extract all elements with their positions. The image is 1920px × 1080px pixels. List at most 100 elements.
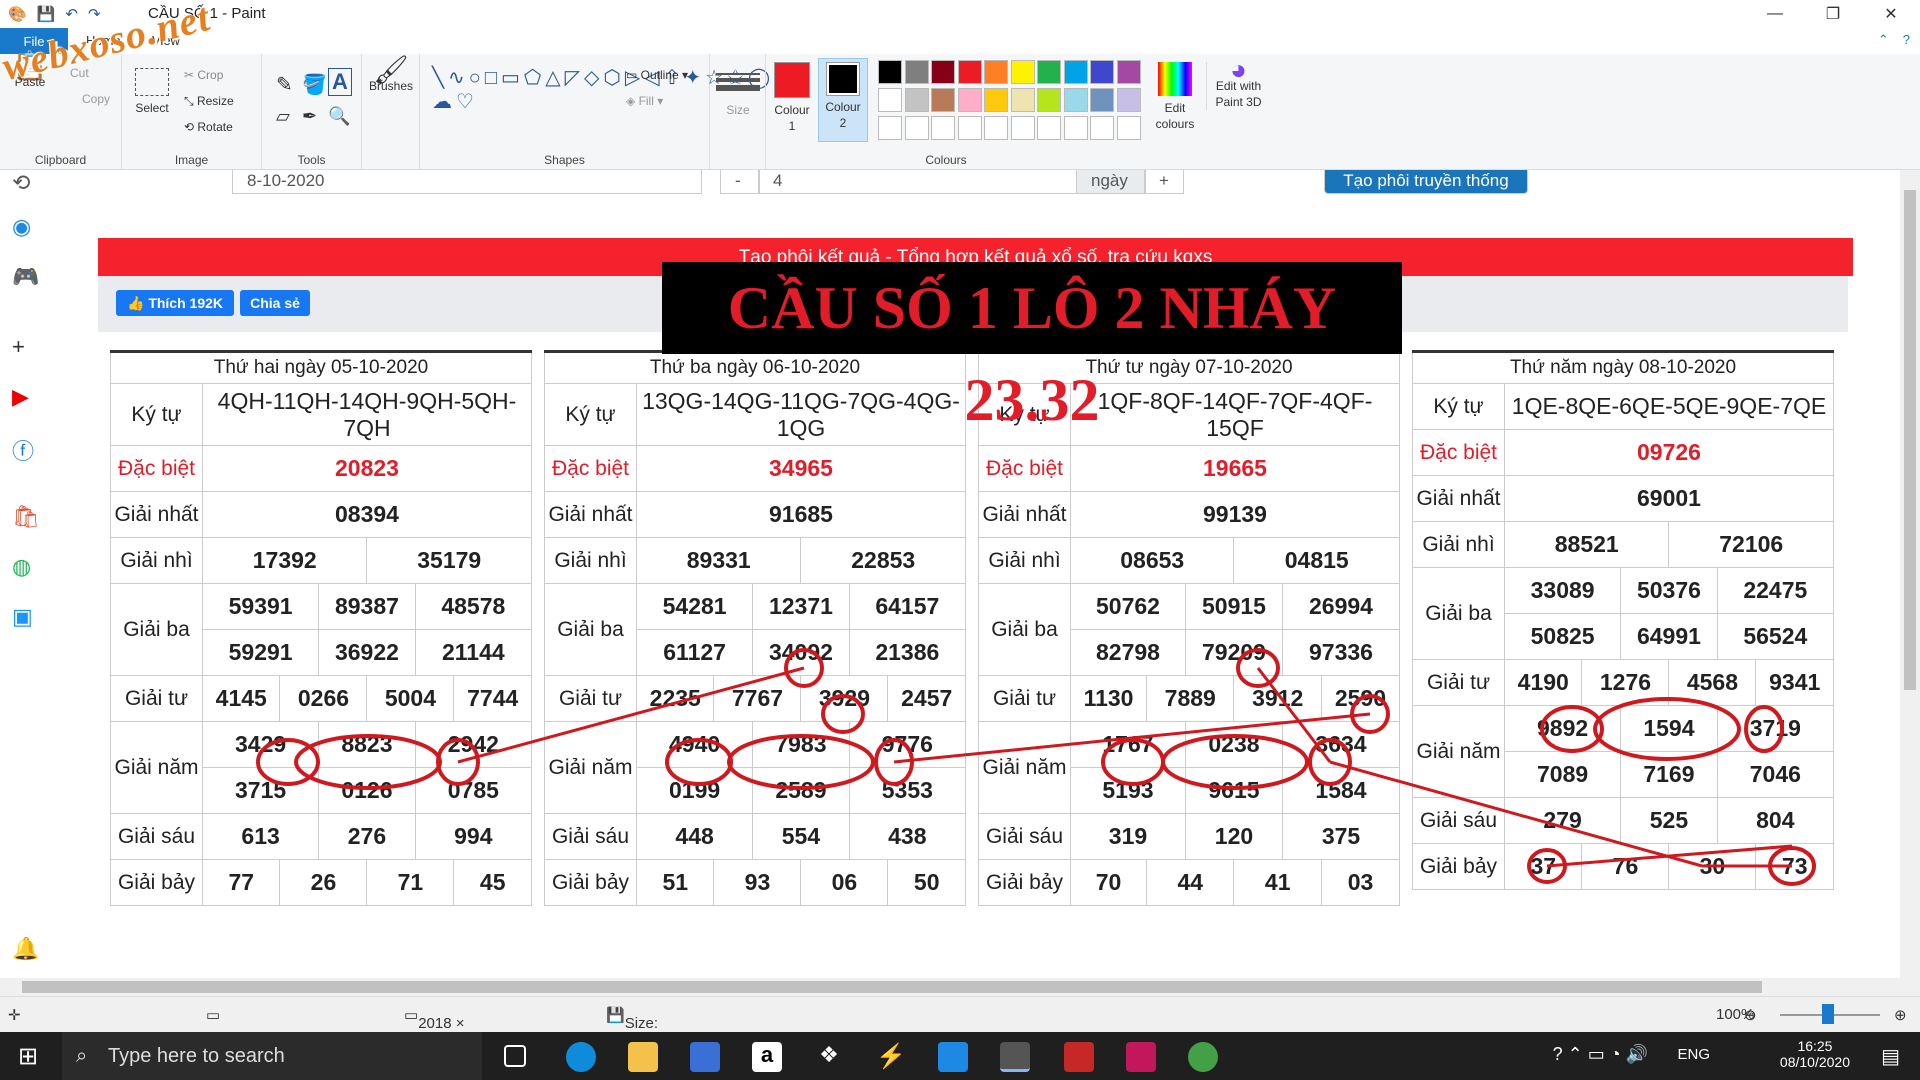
visual-studio-icon[interactable]: ⚡ <box>876 1042 906 1072</box>
help-icon[interactable]: ? <box>1903 32 1910 48</box>
horizontal-scroll-thumb[interactable] <box>22 981 1762 993</box>
task-view-icon[interactable] <box>504 1045 526 1067</box>
palette-swatch[interactable] <box>984 60 1008 84</box>
add-icon[interactable]: + <box>12 334 25 360</box>
palette-swatch-empty[interactable] <box>1010 116 1035 140</box>
minus-button[interactable]: - <box>720 170 760 194</box>
edge-icon[interactable] <box>566 1042 596 1072</box>
edit-colours-button[interactable]: Edit colours <box>1148 62 1202 132</box>
notification-bell-icon[interactable]: 🔔 <box>12 936 39 962</box>
paint-canvas[interactable]: 8-10-2020 - 4 ngày + Tạo phôi truyền thố… <box>52 170 1900 978</box>
palette-swatch[interactable] <box>957 88 982 112</box>
create-form-button[interactable]: Tạo phôi truyền thống <box>1324 170 1528 194</box>
fill-icon[interactable]: 🪣 <box>302 72 327 97</box>
tray-icons[interactable]: ? ⌃ ▭ ◔ 🔊 <box>1553 1044 1648 1065</box>
days-field[interactable]: 4 <box>758 170 1078 194</box>
rotate-button[interactable]: ⟲ Rotate <box>184 120 233 134</box>
palette-swatch[interactable] <box>878 60 902 84</box>
tiki-icon[interactable]: ▣ <box>12 604 33 630</box>
palette-swatch-empty[interactable] <box>904 116 929 140</box>
dropbox-icon[interactable]: ❖ <box>814 1042 844 1072</box>
palette-swatch[interactable] <box>1116 88 1141 112</box>
palette-swatch[interactable] <box>878 88 902 112</box>
store-icon[interactable] <box>690 1042 720 1072</box>
action-center-icon[interactable]: ▤ <box>1881 1044 1900 1069</box>
palette-swatch[interactable] <box>931 60 955 84</box>
plus-button[interactable]: + <box>1144 170 1184 194</box>
select-button[interactable]: Select <box>132 68 172 116</box>
palette-swatch-empty[interactable] <box>984 116 1008 140</box>
collapse-ribbon-icon[interactable]: ⌃ <box>1878 32 1889 48</box>
youtube-icon[interactable]: ▶ <box>12 384 29 410</box>
palette-swatch[interactable] <box>1063 88 1088 112</box>
colour1-button[interactable]: Colour 1 <box>770 62 814 134</box>
undo-icon[interactable]: ↶ <box>65 5 78 23</box>
minimize-button[interactable]: — <box>1746 0 1804 28</box>
close-button[interactable]: ✕ <box>1862 0 1920 28</box>
facebook-share-button[interactable]: Chia sẻ <box>240 290 310 316</box>
palette-swatch[interactable] <box>957 60 982 84</box>
palette-swatch-empty[interactable] <box>931 116 955 140</box>
facebook-icon[interactable]: ⓕ <box>12 434 34 466</box>
game-icon[interactable]: 🎮 <box>12 264 39 290</box>
palette-swatch-empty[interactable] <box>957 116 982 140</box>
taskbar-search[interactable]: ⌕ Type here to search <box>62 1032 482 1080</box>
zoom-out-icon[interactable]: ⊖ <box>1744 1006 1757 1024</box>
windows-start-icon[interactable]: ⊞ <box>18 1042 38 1071</box>
eraser-icon[interactable]: ▱ <box>276 106 290 127</box>
colour2-button[interactable]: Colour 2 <box>818 58 868 142</box>
shopee-icon[interactable]: 🛍 <box>12 504 40 530</box>
edit-paint3d-button[interactable]: ◕ Edit with Paint 3D <box>1206 56 1270 110</box>
palette-swatch-empty[interactable] <box>878 116 902 140</box>
date-field[interactable]: 8-10-2020 <box>232 170 702 194</box>
clock[interactable]: 16:25 08/10/2020 <box>1780 1038 1850 1070</box>
save-icon[interactable]: 💾 <box>37 5 56 23</box>
palette-swatch[interactable] <box>984 88 1008 112</box>
brushes-button[interactable]: 🖌 Brushes <box>366 56 416 94</box>
palette-swatch-empty[interactable] <box>1090 116 1114 140</box>
copy-button[interactable]: Copy <box>82 92 110 106</box>
text-icon[interactable]: A <box>328 68 352 96</box>
shapes-gallery[interactable]: ╲∿○□▭⬠△◸◇⬡▷◁⇧✦☆✩◯☁♡ <box>432 66 770 114</box>
zoom-in-icon[interactable]: ⊕ <box>1894 1006 1907 1024</box>
palette-swatch[interactable] <box>904 88 929 112</box>
palette-swatch[interactable] <box>931 88 955 112</box>
palette-swatch-empty[interactable] <box>1063 116 1088 140</box>
palette-swatch[interactable] <box>1090 60 1114 84</box>
color-picker-icon[interactable]: ✒ <box>302 106 317 127</box>
facebook-like-button[interactable]: 👍 Thích 192K <box>116 290 234 316</box>
horizontal-scrollbar[interactable] <box>0 978 1920 996</box>
palette-swatch[interactable] <box>1063 60 1088 84</box>
zoom-slider-thumb[interactable] <box>1822 1004 1834 1024</box>
history-icon[interactable]: ⟲ <box>12 170 30 196</box>
palette-swatch[interactable] <box>1116 60 1141 84</box>
messenger-icon[interactable]: ◉ <box>12 214 31 240</box>
magnifier-icon[interactable]: 🔍 <box>328 106 350 127</box>
paint-taskbar-icon[interactable] <box>1000 1042 1030 1072</box>
maximize-button[interactable]: ❐ <box>1804 0 1862 28</box>
vertical-scrollbar[interactable] <box>1900 170 1920 978</box>
palette-swatch[interactable] <box>1037 88 1061 112</box>
language-indicator[interactable]: ENG <box>1677 1046 1710 1063</box>
crop-button[interactable]: ✂ Crop <box>184 68 223 82</box>
palette-swatch-empty[interactable] <box>1116 116 1141 140</box>
pencil-icon[interactable]: ✎ <box>276 72 293 97</box>
palette-swatch[interactable] <box>1037 60 1061 84</box>
app-icon[interactable] <box>1188 1042 1218 1072</box>
spotify-icon[interactable]: ◍ <box>12 554 31 580</box>
palette-swatch[interactable] <box>1010 60 1035 84</box>
vertical-scroll-thumb[interactable] <box>1904 190 1916 690</box>
file-explorer-icon[interactable] <box>628 1042 658 1072</box>
outline-button[interactable]: ▭ Outline ▾ <box>626 68 688 82</box>
office-icon[interactable] <box>1064 1042 1094 1072</box>
size-button[interactable]: Size <box>716 66 760 118</box>
palette-swatch[interactable] <box>904 60 929 84</box>
photos-icon[interactable] <box>1126 1042 1156 1072</box>
mail-icon[interactable] <box>938 1042 968 1072</box>
palette-swatch[interactable] <box>1090 88 1114 112</box>
amazon-icon[interactable]: a <box>752 1042 782 1072</box>
palette-swatch-empty[interactable] <box>1037 116 1061 140</box>
resize-button[interactable]: ⤡ Resize <box>184 94 234 109</box>
palette-swatch[interactable] <box>1010 88 1035 112</box>
fill-button[interactable]: ◈ Fill ▾ <box>626 94 663 108</box>
